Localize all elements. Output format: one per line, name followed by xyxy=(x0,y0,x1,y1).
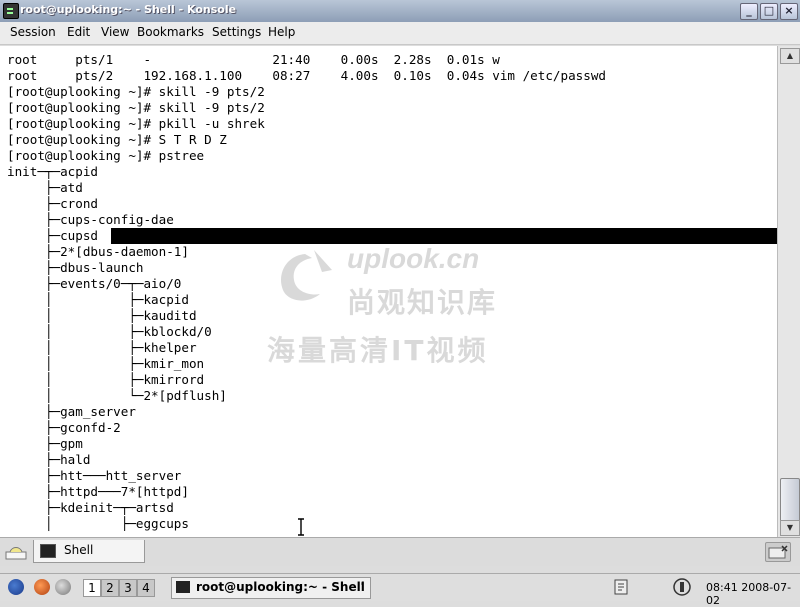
taskbar: 1 2 3 4 root@uplooking:~ - Shell ◦ 08:41… xyxy=(0,573,800,607)
terminal-icon xyxy=(176,581,190,593)
terminal-line: ├─httpd───7*[httpd] xyxy=(7,484,189,499)
window-title: root@uplooking:~ - Shell - Konsole xyxy=(20,3,237,16)
terminal-output[interactable]: uplook.cn 尚观知识库 海量高清IT视频 root pts/1 - 21… xyxy=(0,46,777,537)
watermark: uplook.cn 尚观知识库 海量高清IT视频 xyxy=(265,241,545,411)
terminal-line: ├─2*[dbus-daemon-1] xyxy=(7,244,189,259)
terminal-line: │ ├─eggcups xyxy=(7,516,189,531)
selection-highlight xyxy=(111,228,777,244)
taskbar-window-konsole[interactable]: root@uplooking:~ - Shell ◦ xyxy=(171,577,371,599)
vertical-scrollbar[interactable]: ▲ ▼ xyxy=(777,46,800,537)
terminal-line: │ ├─kmir_mon xyxy=(7,356,205,371)
terminal-line: │ ├─kacpid xyxy=(7,292,189,307)
menu-bookmarks[interactable]: Bookmarks xyxy=(137,25,204,39)
workspace-1[interactable]: 1 xyxy=(83,579,101,597)
menu-bar: Session Edit View Bookmarks Settings Hel… xyxy=(0,22,800,45)
terminal-line: ├─gam_server xyxy=(7,404,136,419)
terminal-line: ├─dbus-launch xyxy=(7,260,144,275)
uplook-logo-icon xyxy=(281,250,332,301)
mail-icon[interactable] xyxy=(55,579,71,595)
window-titlebar[interactable]: root@uplooking:~ - Shell - Konsole _ □ × xyxy=(0,0,800,23)
taskbar-window-label: root@uplooking:~ - Shell xyxy=(196,580,365,594)
firefox-icon[interactable] xyxy=(34,579,50,595)
clipboard-icon[interactable] xyxy=(612,578,630,596)
terminal-line: ├─crond xyxy=(7,196,98,211)
tab-shell-label: Shell xyxy=(64,543,94,557)
terminal-line: root pts/1 - 21:40 0.00s 2.28s 0.01s w xyxy=(7,52,500,67)
terminal-line: [root@uplooking ~]# pstree xyxy=(7,148,205,163)
terminal-line: [root@uplooking ~]# pkill -u shrek xyxy=(7,116,265,131)
workspace-3[interactable]: 3 xyxy=(119,579,137,597)
terminal-line: ├─kdeinit─┬─artsd xyxy=(7,500,174,515)
scroll-down-arrow-icon[interactable]: ▼ xyxy=(780,520,800,536)
clock: 08:41 2008-07-02 xyxy=(706,581,792,607)
terminal-line: ├─events/0─┬─aio/0 xyxy=(7,276,182,291)
terminal-line: ├─gpm xyxy=(7,436,83,451)
terminal-line: ├─hald xyxy=(7,452,91,467)
terminal-line: ├─cups-config-dae xyxy=(7,212,174,227)
tab-shell[interactable]: Shell xyxy=(33,540,145,563)
workspace-2[interactable]: 2 xyxy=(101,579,119,597)
terminal-line: │ └─2*[pdflush] xyxy=(7,388,227,403)
ibeam-cursor-icon xyxy=(298,518,304,536)
terminal-line: │ ├─kauditd xyxy=(7,308,197,323)
watermark-line1: 尚观知识库 xyxy=(347,286,498,319)
terminal-line: │ ├─kblockd/0 xyxy=(7,324,212,339)
scroll-up-arrow-icon[interactable]: ▲ xyxy=(780,48,800,64)
terminal-line: ├─htt───htt_server xyxy=(7,468,182,483)
terminal-line: root pts/2 192.168.1.100 08:27 4.00s 0.1… xyxy=(7,68,606,83)
maximize-button[interactable]: □ xyxy=(760,3,778,20)
terminal-line: │ ├─khelper xyxy=(7,340,197,355)
terminal-line: [root@uplooking ~]# skill -9 pts/2 xyxy=(7,100,265,115)
workspace-4[interactable]: 4 xyxy=(137,579,155,597)
terminal-line: ├─atd xyxy=(7,180,83,195)
terminal-line: [root@uplooking ~]# S T R D Z xyxy=(7,132,227,147)
close-session-icon[interactable] xyxy=(765,542,791,562)
watermark-brand: uplook.cn xyxy=(347,243,480,274)
terminal-line: │ ├─kmirrord xyxy=(7,372,205,387)
close-button[interactable]: × xyxy=(780,3,798,20)
scrollbar-thumb[interactable] xyxy=(780,478,800,522)
menu-view[interactable]: View xyxy=(101,25,129,39)
watermark-line2: 海量高清IT视频 xyxy=(267,334,489,367)
menu-settings[interactable]: Settings xyxy=(212,25,261,39)
terminal-line: ├─gconfd-2 xyxy=(7,420,121,435)
kde-menu-icon[interactable] xyxy=(8,579,24,595)
terminal-icon xyxy=(40,544,56,558)
network-status-icon[interactable] xyxy=(672,578,692,596)
terminal-app-icon[interactable] xyxy=(3,3,19,19)
terminal-line: init─┬─acpid xyxy=(7,164,98,179)
new-session-icon[interactable] xyxy=(4,541,28,561)
minimize-button[interactable]: _ xyxy=(740,3,758,20)
menu-edit[interactable]: Edit xyxy=(67,25,90,39)
menu-help[interactable]: Help xyxy=(268,25,295,39)
session-tab-bar: Shell xyxy=(0,537,800,566)
menu-session[interactable]: Session xyxy=(10,25,56,39)
chevron-icon: ◦ xyxy=(359,580,365,590)
terminal-line: ├─cupsd xyxy=(7,228,98,243)
terminal-line: [root@uplooking ~]# skill -9 pts/2 xyxy=(7,84,265,99)
